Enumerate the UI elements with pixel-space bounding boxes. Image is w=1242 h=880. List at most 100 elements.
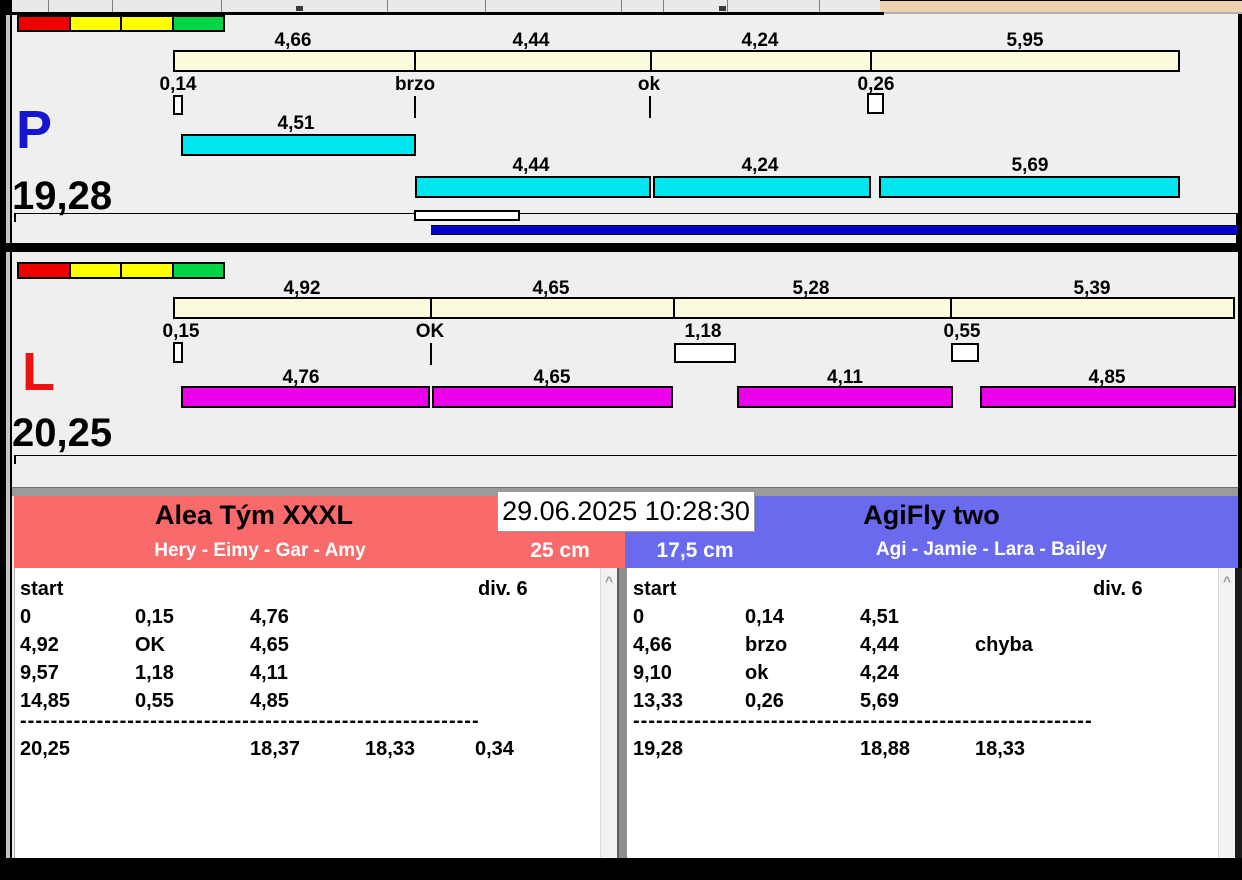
status-strip-l: [17, 262, 225, 279]
toolbar-separator: [221, 0, 222, 12]
split-bar-divider: [950, 297, 952, 319]
toolbar-separator: [48, 0, 49, 12]
table-cell: 4,85: [250, 690, 289, 712]
table-total: 20,25: [20, 738, 71, 760]
toolbar-remnant[interactable]: [12, 0, 880, 12]
strip-green-cell: [173, 15, 225, 32]
strip-green-cell: [173, 262, 225, 279]
panel-strip-line: [14, 213, 1237, 214]
table-cell: 4,44: [860, 634, 899, 656]
table-cell: brzo: [745, 634, 788, 656]
strip-yellow-cell: [70, 262, 122, 279]
split-bar-p: [173, 50, 1180, 72]
toolbar-separator: [819, 0, 820, 12]
tick-mark-box: [951, 343, 979, 362]
strip-yellow-cell: [70, 15, 122, 32]
panel-strip-left-tick: [14, 213, 16, 222]
run-bar: [181, 386, 430, 408]
split-label: 5,39: [1073, 278, 1111, 299]
table-cell: 0,55: [135, 690, 174, 712]
table-cell-fault: chyba: [975, 634, 1033, 656]
run-label: 4,85: [1088, 367, 1126, 388]
tick-mark-box: [173, 95, 183, 115]
table-cell: OK: [135, 634, 165, 656]
strip-yellow-cell: [122, 15, 174, 32]
table-header-div: div. 6: [1093, 578, 1143, 600]
panel-separator: [5, 243, 1238, 252]
window-left-frame-stripe: [6, 14, 10, 858]
run-label: 4,24: [741, 155, 779, 176]
tick-label: 1,18: [684, 321, 722, 342]
table-separator-dashes: ----------------------------------------…: [20, 712, 480, 730]
progress-bar-blue: [431, 225, 1237, 235]
run-label: 5,69: [1011, 155, 1049, 176]
table-total: 0,34: [475, 738, 514, 760]
total-time-l: 20,25: [12, 411, 113, 455]
run-label: 4,65: [533, 367, 571, 388]
table-cell: 4,92: [20, 634, 59, 656]
scrollbar-right-table[interactable]: ^: [1218, 568, 1235, 858]
strip-red-cell: [17, 15, 71, 32]
split-bar-l: [173, 297, 1235, 319]
table-total: 18,33: [365, 738, 416, 760]
table-cell: 0,14: [745, 606, 784, 628]
toolbar-separator: [485, 0, 486, 12]
table-total: 18,33: [975, 738, 1026, 760]
table-cell: 4,11: [250, 662, 288, 684]
run-label: 4,51: [277, 113, 315, 134]
scrollbar-left-table[interactable]: ^: [600, 568, 617, 858]
table-cell: 4,65: [250, 634, 289, 656]
app-window: 4,66 4,44 4,24 5,95 0,14 brzo ok 0,26 P …: [0, 0, 1242, 880]
split-bar-divider: [650, 50, 652, 72]
table-header-div: div. 6: [478, 578, 528, 600]
split-label: 4,92: [283, 278, 321, 299]
tick-label: ok: [637, 74, 661, 95]
team-right-height: 17,5 cm: [656, 539, 734, 562]
tick-mark-line: [414, 96, 416, 118]
toolbar-separator: [387, 0, 388, 12]
run-bar: [415, 176, 651, 198]
split-label: 4,44: [512, 30, 550, 51]
tick-label: 0,15: [162, 321, 200, 342]
table-total: 18,88: [860, 738, 911, 760]
toolbar-separator: [663, 0, 664, 12]
split-bar-divider: [414, 50, 416, 72]
side-panel-bottom-border: [884, 12, 1242, 14]
table-header-start: start: [633, 578, 677, 600]
table-cell: 0,15: [135, 606, 174, 628]
timestamp: 29.06.2025 10:28:30: [502, 496, 750, 526]
course-letter-l: L: [22, 342, 55, 402]
table-cell: 14,85: [20, 690, 71, 712]
status-strip-p: [17, 15, 225, 32]
team-left-members: Hery - Eimy - Gar - Amy: [154, 540, 366, 561]
table-cell: 5,69: [860, 690, 899, 712]
split-bar-divider: [430, 297, 432, 319]
strip-red-cell: [17, 262, 71, 279]
table-cell: 13,33: [633, 690, 684, 712]
table-cell: 9,10: [633, 662, 672, 684]
table-cell: 1,18: [135, 662, 174, 684]
timestamp-box: 29.06.2025 10:28:30: [497, 491, 755, 532]
toolbar-separator: [112, 0, 113, 12]
run-bar: [879, 176, 1180, 198]
tick-label: 0,55: [943, 321, 981, 342]
tick-label: brzo: [394, 74, 436, 95]
scroll-up-icon[interactable]: ^: [601, 574, 617, 588]
toolbar-text-remnant: [719, 6, 726, 11]
table-cell: ok: [745, 662, 769, 684]
table-cell: 0: [20, 606, 32, 628]
run-bar: [432, 386, 673, 408]
scroll-up-icon[interactable]: ^: [1219, 574, 1235, 588]
split-label: 4,65: [532, 278, 570, 299]
tick-mark-line: [430, 343, 432, 365]
table-total: 18,37: [250, 738, 301, 760]
tick-label: 0,14: [159, 74, 197, 95]
tick-mark-box: [674, 343, 736, 363]
split-label: 4,66: [274, 30, 312, 51]
tick-label: OK: [415, 321, 445, 342]
split-label: 5,95: [1006, 30, 1044, 51]
tick-mark-line: [649, 96, 651, 118]
toolbar-separator: [727, 0, 728, 12]
table-cell: 4,76: [250, 606, 289, 628]
window-right-edge: [1235, 568, 1242, 858]
